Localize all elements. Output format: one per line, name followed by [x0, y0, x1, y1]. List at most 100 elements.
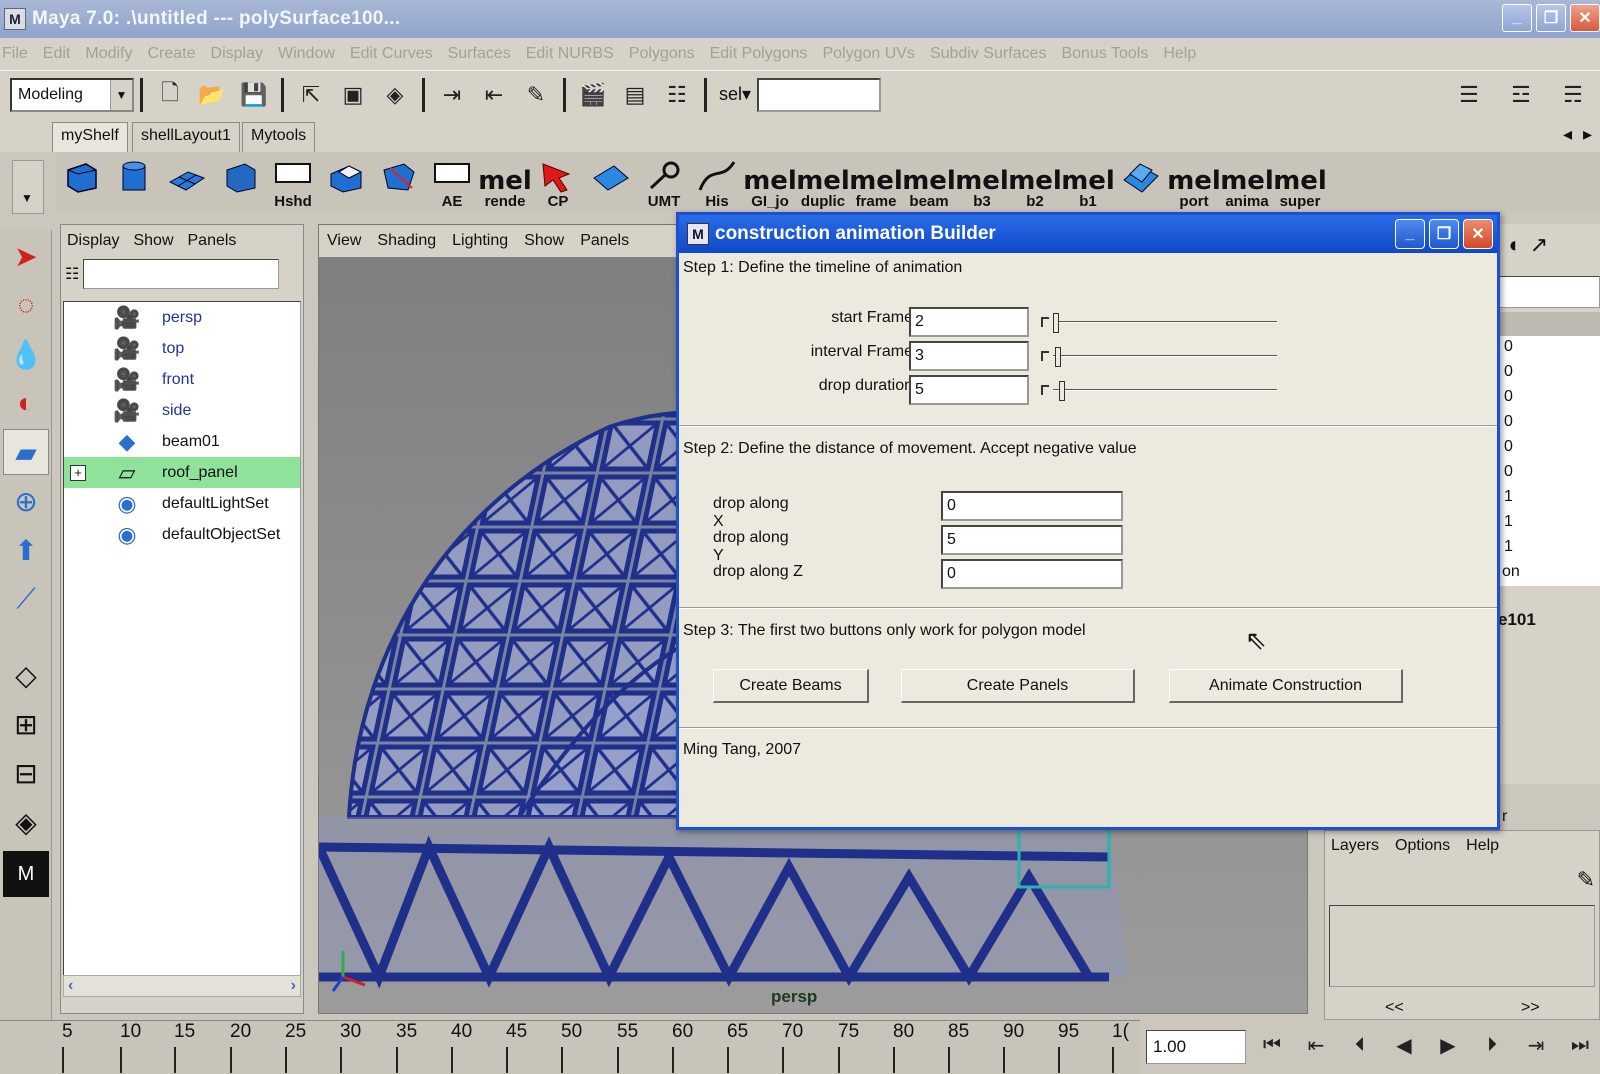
ipr-render-icon[interactable]: ▤ [618, 78, 652, 112]
list-item[interactable]: ◉ defaultLightSet [64, 488, 300, 519]
channel-value[interactable]: 0 [1504, 363, 1513, 381]
viewport-menu-view[interactable]: View [327, 232, 361, 250]
shelf-poly-plane[interactable] [162, 156, 212, 210]
step-forward-frame-icon[interactable]: ⏵ [1478, 1030, 1506, 1060]
list-item[interactable]: 🎥 top [64, 333, 300, 364]
dialog-close-button[interactable]: ✕ [1463, 219, 1493, 249]
layer-menu-help[interactable]: Help [1466, 837, 1499, 855]
drop-duration-slider[interactable] [1041, 379, 1281, 403]
shelf-split[interactable] [374, 156, 424, 210]
outliner-menu-show[interactable]: Show [133, 232, 173, 250]
shelf-hshd[interactable]: Hshd [268, 156, 318, 210]
create-beams-button[interactable]: Create Beams [713, 669, 869, 703]
start-frame-field[interactable]: 2 [909, 307, 1029, 337]
channel-value[interactable]: 1 [1504, 538, 1513, 556]
drop-z-field[interactable]: 0 [941, 559, 1123, 589]
drop-y-field[interactable]: 5 [941, 525, 1123, 555]
step-back-key-icon[interactable]: ⇤ [1302, 1030, 1330, 1060]
menu-create[interactable]: Create [147, 45, 195, 63]
menu-edit-curves[interactable]: Edit Curves [350, 45, 433, 63]
chevron-right-icon[interactable]: › [291, 977, 296, 995]
channel-value[interactable]: 0 [1504, 338, 1513, 356]
dialog-title-bar[interactable]: M construction animation Builder _ ❐ ✕ [679, 215, 1497, 253]
drop-x-field[interactable]: 0 [941, 491, 1123, 521]
tab-myshelf[interactable]: myShelf [52, 122, 128, 152]
shelf-mel-rende[interactable]: mel rende [478, 156, 532, 210]
list-item[interactable]: 🎥 front [64, 364, 300, 395]
go-to-end-icon[interactable]: ⏭ [1566, 1030, 1594, 1060]
shelf-cp[interactable]: CP [533, 156, 583, 210]
menu-edit[interactable]: Edit [43, 45, 71, 63]
new-scene-icon[interactable]: 🗋 [153, 78, 187, 112]
maya-app-icon[interactable]: M [4, 8, 26, 30]
paint-select-tool-icon[interactable]: 💧 [3, 331, 49, 377]
menu-modify[interactable]: Modify [85, 45, 132, 63]
manipulator-tool-icon[interactable]: ⬆ [3, 527, 49, 573]
outliner-menu-panels[interactable]: Panels [188, 232, 237, 250]
mode-select[interactable]: Modeling ▼ [10, 77, 134, 112]
outliner-horizontal-scrollbar[interactable]: ‹ › [63, 975, 301, 997]
slider-thumb[interactable] [1053, 313, 1059, 333]
move-tool-icon[interactable]: ◐ [3, 380, 49, 426]
render-settings-icon[interactable]: ☷ [660, 78, 694, 112]
arrow-icon[interactable]: ↗ [1530, 232, 1548, 258]
select-hierarchy-icon[interactable]: ⇱ [294, 78, 328, 112]
filter-icon[interactable]: ☷ [65, 264, 79, 284]
select-object-icon[interactable]: ▣ [336, 78, 370, 112]
shelf-mel-gi-jo[interactable]: mel GI_jo [743, 156, 797, 210]
channel-value[interactable]: 0 [1504, 463, 1513, 481]
outliner-filter-input[interactable] [83, 259, 280, 289]
selection-mode-label[interactable]: sel▾ [719, 84, 751, 105]
shelf-ae[interactable]: AE [427, 156, 477, 210]
layout-four-icon[interactable]: ⊞ [3, 701, 49, 747]
layer-nav-prev[interactable]: << [1385, 999, 1404, 1017]
slider-thumb[interactable] [1055, 347, 1061, 367]
play-forward-icon[interactable]: ▶ [1434, 1030, 1462, 1060]
shelf-mel-beam[interactable]: mel beam [902, 156, 956, 210]
maximize-button[interactable]: ❐ [1536, 4, 1566, 32]
chevron-left-icon[interactable]: ◂ [1563, 124, 1572, 145]
minimize-button[interactable]: _ [1502, 4, 1532, 32]
rotate-tool-icon[interactable]: ▰ [3, 429, 49, 475]
channel-value[interactable]: 0 [1504, 388, 1513, 406]
viewport-menu-panels[interactable]: Panels [580, 232, 629, 250]
menu-window[interactable]: Window [278, 45, 335, 63]
menu-edit-polygons[interactable]: Edit Polygons [710, 45, 808, 63]
shelf-mel-duplic[interactable]: mel duplic [796, 156, 850, 210]
render-frame-icon[interactable]: 🎬 [576, 78, 610, 112]
chevron-left-icon[interactable]: ‹ [68, 977, 73, 995]
viewport-menu-lighting[interactable]: Lighting [452, 232, 508, 250]
interval-frame-field[interactable]: 3 [909, 341, 1029, 371]
menu-polygon-uvs[interactable]: Polygon UVs [822, 45, 915, 63]
shelf-panel-tool[interactable] [1116, 156, 1166, 210]
slider-thumb[interactable] [1059, 381, 1065, 401]
outliner-menu-display[interactable]: Display [67, 232, 119, 250]
channel-box-icon[interactable]: ☲ [1504, 78, 1538, 112]
selection-input[interactable] [757, 77, 882, 112]
attribute-editor-icon[interactable]: ☰ [1452, 78, 1486, 112]
shelf-mel-frame[interactable]: mel frame [849, 156, 903, 210]
menu-surfaces[interactable]: Surfaces [448, 45, 511, 63]
create-panels-button[interactable]: Create Panels [901, 669, 1135, 703]
shelf-poly-cube[interactable] [56, 156, 106, 210]
play-backward-icon[interactable]: ◀ [1390, 1030, 1418, 1060]
shelf-poly-cylinder[interactable] [109, 156, 159, 210]
tool-settings-icon[interactable]: ☴ [1556, 78, 1590, 112]
tab-shelllayout1[interactable]: shellLayout1 [132, 122, 240, 152]
menu-bonus-tools[interactable]: Bonus Tools [1061, 45, 1148, 63]
shelf-umt[interactable]: UMT [639, 156, 689, 210]
start-frame-slider[interactable] [1041, 311, 1281, 335]
chevron-right-icon[interactable]: ▸ [1583, 124, 1592, 145]
layout-outliner-icon[interactable]: ⊟ [3, 750, 49, 796]
shelf-mel-super[interactable]: mel super [1273, 156, 1327, 210]
tab-mytools[interactable]: Mytools [242, 122, 316, 152]
shelf-mel-b1[interactable]: mel b1 [1061, 156, 1115, 210]
step-forward-key-icon[interactable]: ⇥ [1522, 1030, 1550, 1060]
save-scene-icon[interactable]: 💾 [237, 78, 271, 112]
layout-graph-icon[interactable]: ◈ [3, 799, 49, 845]
interval-frame-slider[interactable] [1041, 345, 1281, 369]
channel-value[interactable]: 0 [1504, 413, 1513, 431]
construction-history-icon[interactable]: ✎ [519, 78, 553, 112]
viewport-menu-shading[interactable]: Shading [377, 232, 436, 250]
close-button[interactable]: ✕ [1570, 4, 1600, 32]
